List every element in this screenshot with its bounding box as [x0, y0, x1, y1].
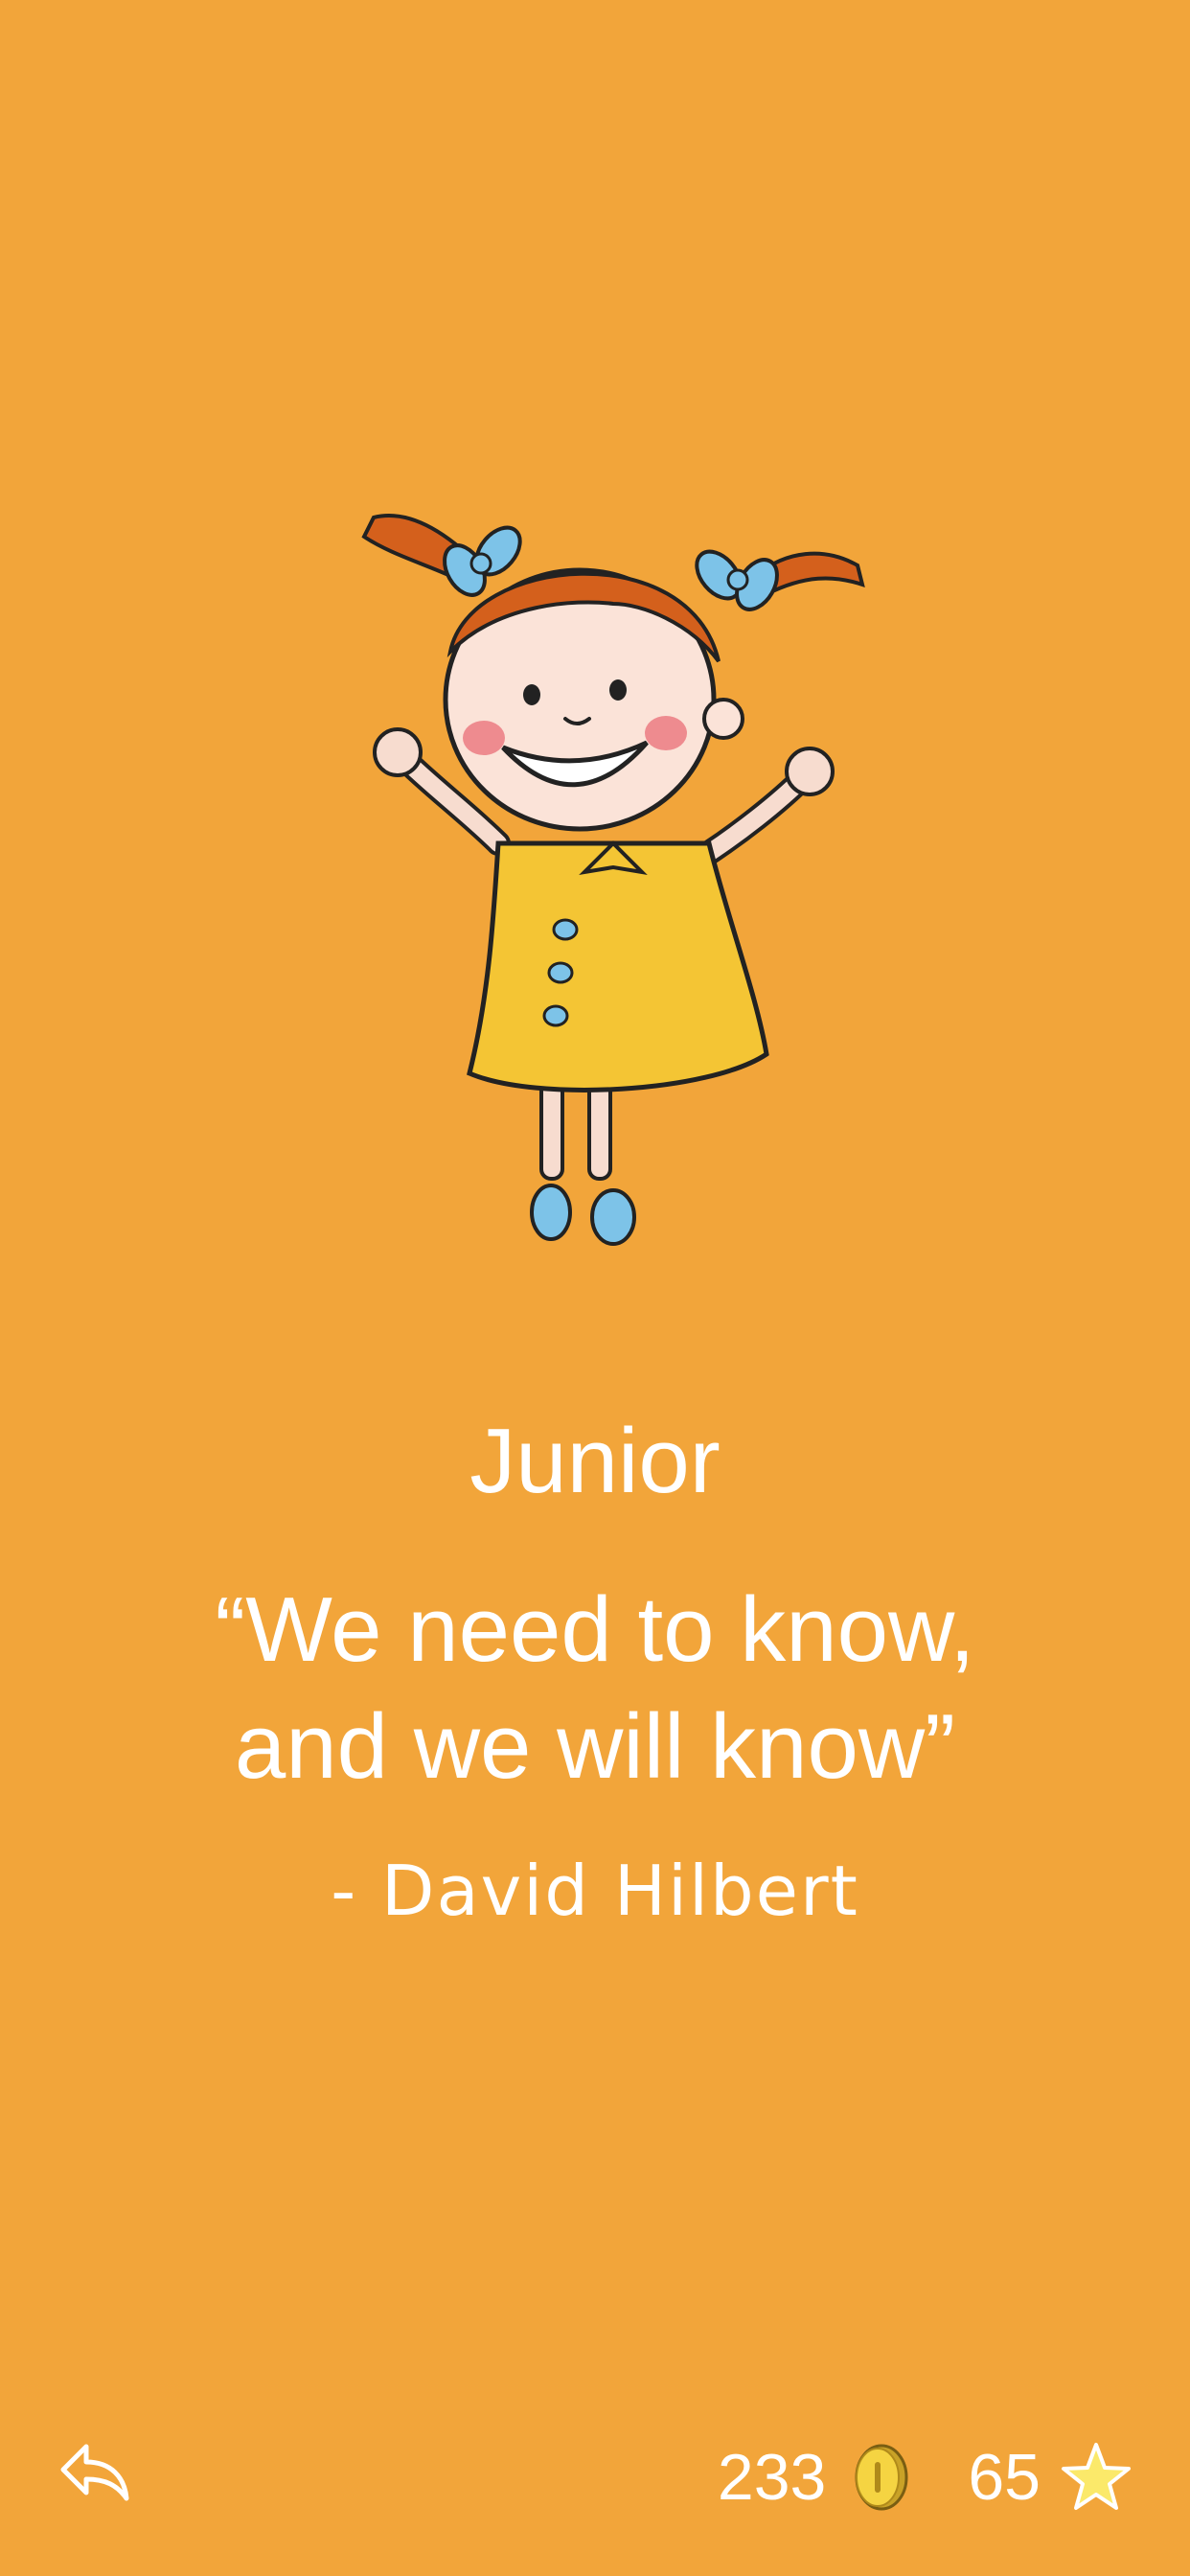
quote-author: - David Hilbert: [331, 1851, 859, 1931]
jumping-girl-illustration: [361, 514, 865, 1246]
coin-count: 233: [717, 2441, 827, 2514]
quote-line-1: “We need to know,: [215, 1578, 975, 1681]
gold-coin-icon: [855, 2444, 908, 2511]
score-stats: 233 65: [718, 2439, 1133, 2516]
reply-arrow-icon[interactable]: [57, 2439, 134, 2506]
star-count: 65: [968, 2441, 1041, 2514]
quote-text: “We need to know, and we will know”: [96, 1572, 1094, 1806]
quote-line-2: and we will know”: [234, 1695, 956, 1798]
level-title: Junior: [469, 1410, 721, 1512]
yellow-star-icon: [1062, 2443, 1131, 2510]
